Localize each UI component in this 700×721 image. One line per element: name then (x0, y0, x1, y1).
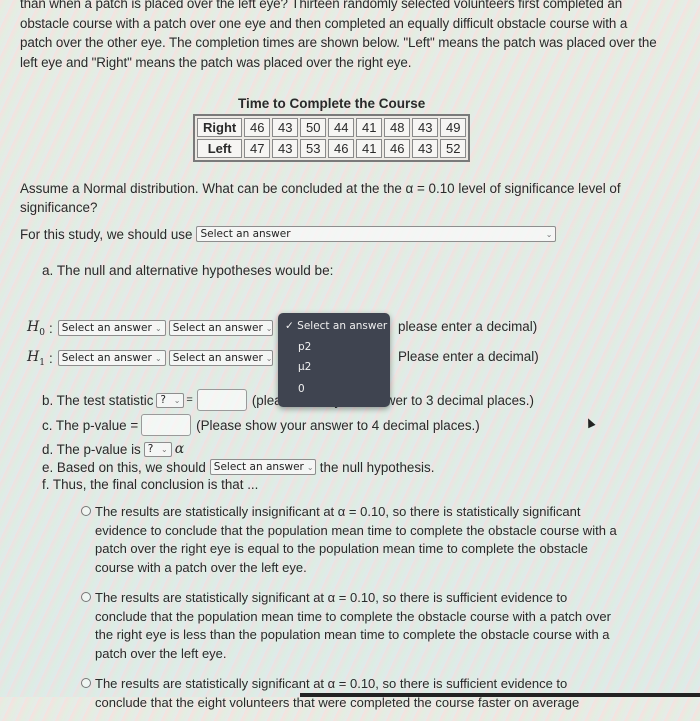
select-value: Select an answer (61, 322, 152, 335)
table-title: Time to Complete the Course (237, 96, 426, 111)
row-label: Left (197, 139, 243, 158)
table-row: Left 47 43 53 46 41 46 43 52 (197, 139, 467, 158)
table-cell: 48 (384, 118, 411, 137)
reject-decision-select[interactable]: Select an answer ⌄ (209, 459, 316, 475)
table-cell: 46 (384, 139, 411, 158)
select-value: Select an answer (172, 322, 263, 335)
dropdown-option-select-an-answer[interactable]: ✓ Select an answer (278, 320, 387, 332)
table-cell: 50 (300, 118, 327, 137)
chevron-down-icon: ⌄ (173, 395, 181, 405)
select-value: Select an answer (213, 461, 304, 473)
h1-symbol: H1 (27, 349, 45, 368)
table-cell: 41 (356, 118, 383, 137)
option-text: The results are statistically significan… (95, 590, 611, 661)
part-d-label: d. The p-value is (42, 441, 141, 457)
part-e-suffix: the null hypothesis. (319, 459, 435, 475)
chevron-down-icon: ⌄ (265, 323, 273, 333)
h0-colon: : (48, 320, 53, 336)
dropdown-option-p2[interactable]: p2 (278, 341, 311, 353)
part-b-label: b. The test statistic (42, 392, 154, 408)
alpha-symbol: α (174, 441, 185, 457)
conclusion-options: The results are statistically insignific… (81, 503, 621, 721)
h1-operator-select[interactable]: Select an answer ⌄ (168, 350, 273, 367)
table-row: Right 46 43 50 44 41 48 43 49 (197, 118, 467, 137)
option-label: Select an answer (297, 320, 388, 332)
study-prefix: For this study, we should use (20, 226, 193, 242)
select-value: ? (160, 394, 166, 406)
equals-sign: = (186, 394, 193, 406)
p-value-input[interactable] (141, 414, 192, 436)
select-value: Select an answer (200, 228, 291, 240)
table-cell: 41 (356, 139, 383, 158)
table-cell: 53 (300, 139, 327, 158)
study-line: For this study, we should use Select an … (20, 226, 557, 242)
dropdown-option-mu2[interactable]: μ2 (278, 361, 311, 373)
h1-decimal-hint: Please enter a decimal) (398, 349, 539, 364)
table-cell: 49 (440, 118, 467, 137)
h0-line: H0 : Select an answer ⌄ Select an answer… (27, 319, 273, 338)
data-table-wrapper: Time to Complete the Course Right 46 43 50 4… (193, 96, 471, 162)
chevron-down-icon: ⌄ (265, 353, 273, 363)
chevron-down-icon: ⌄ (154, 353, 162, 363)
test-statistic-input[interactable] (196, 389, 247, 411)
table-cell: 52 (440, 139, 467, 158)
h0-operator-select[interactable]: Select an answer ⌄ (168, 320, 273, 337)
chevron-down-icon: ⌄ (306, 462, 314, 472)
test-statistic-type-select[interactable]: ? ⌄ (156, 392, 185, 408)
part-f: f. Thus, the final conclusion is that ..… (42, 477, 259, 492)
dropdown-option-zero[interactable]: 0 (278, 383, 305, 395)
completion-times-table: Right 46 43 50 44 41 48 43 49 Left 47 43 53 46 41 46 43 5… (193, 114, 471, 162)
table-cell: 43 (272, 139, 299, 158)
question-text: Assume a Normal distribution. What can b… (20, 181, 621, 215)
part-a: a. The null and alternative hypotheses w… (42, 263, 334, 278)
dropdown-popup: ✓ Select an answer p2 μ2 0 (278, 313, 390, 407)
part-e-label: e. Based on this, we should (42, 459, 206, 475)
h1-colon: : (48, 350, 53, 366)
chevron-down-icon: ⌄ (545, 229, 553, 239)
screen-edge (300, 693, 700, 697)
conclusion-option-2[interactable]: The results are statistically significan… (81, 589, 621, 663)
chevron-down-icon: ⌄ (154, 323, 162, 333)
h1-line: H1 : Select an answer ⌄ Select an answer… (27, 349, 273, 368)
conclusion-option-1[interactable]: The results are statistically insignific… (81, 503, 621, 577)
h1-param-select[interactable]: Select an answer ⌄ (57, 350, 166, 367)
p-value-comparison-select[interactable]: ? ⌄ (143, 441, 172, 457)
table-cell: 46 (328, 139, 355, 158)
check-icon: ✓ (285, 320, 294, 332)
table-cell: 43 (412, 139, 439, 158)
table-cell: 46 (244, 118, 271, 137)
radio-button[interactable] (81, 678, 91, 688)
part-c-line: c. The p-value = (Please show your answe… (42, 414, 480, 436)
radio-button[interactable] (81, 592, 91, 602)
table-cell: 43 (272, 118, 299, 137)
select-value: Select an answer (172, 352, 263, 365)
row-label: Right (197, 118, 243, 137)
problem-intro: than when a patch is placed over the lef… (20, 0, 657, 70)
h0-decimal-hint: please enter a decimal) (398, 319, 538, 334)
h0-param-select[interactable]: Select an answer ⌄ (57, 320, 166, 337)
part-c-hint: (Please show your answer to 4 decimal pl… (196, 417, 480, 433)
h0-symbol: H0 (27, 319, 45, 338)
part-d-line: d. The p-value is ? ⌄ α (42, 441, 184, 457)
study-type-select[interactable]: Select an answer ⌄ (196, 226, 557, 242)
part-e-line: e. Based on this, we should Select an an… (42, 459, 434, 475)
table-cell: 43 (412, 118, 439, 137)
table-cell: 47 (244, 139, 271, 158)
chevron-down-icon: ⌄ (161, 444, 168, 454)
select-value: ? (147, 443, 154, 455)
table-cell: 44 (328, 118, 355, 137)
radio-button[interactable] (81, 506, 91, 516)
select-value: Select an answer (61, 352, 152, 365)
mouse-cursor-icon (584, 416, 596, 429)
part-c-label: c. The p-value = (42, 417, 139, 433)
option-text: The results are statistically insignific… (95, 504, 617, 575)
